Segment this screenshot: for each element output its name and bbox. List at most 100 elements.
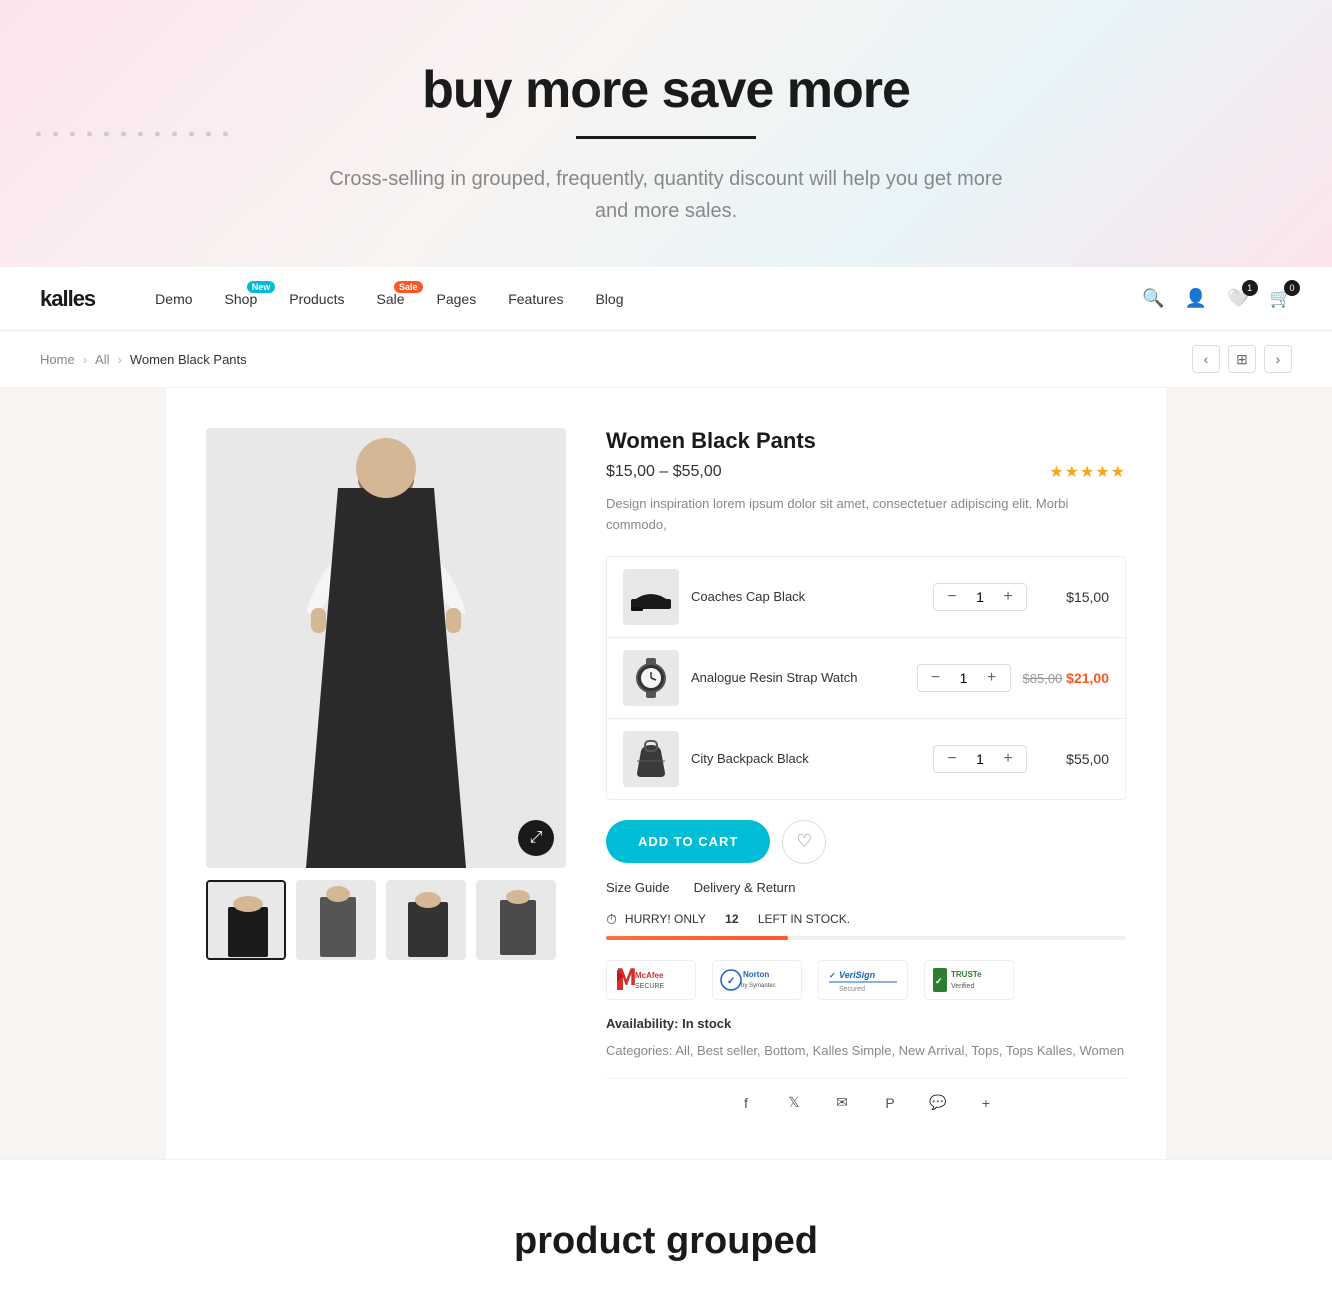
hero-divider	[576, 136, 756, 139]
item-price-watch: $85,00 $21,00	[1023, 670, 1109, 686]
nav-products[interactable]: Products	[289, 291, 344, 307]
availability: Availability: In stock	[606, 1016, 1126, 1031]
nav-features[interactable]: Features	[508, 291, 563, 307]
svg-text:McAfee: McAfee	[635, 971, 664, 980]
social-share: f 𝕏 ✉ P 💬 +	[606, 1078, 1126, 1119]
item-price-cap: $15,00	[1039, 589, 1109, 605]
mcafee-badge: McAfee SECURE	[606, 960, 696, 1000]
grid-view-btn[interactable]: ⊞	[1228, 345, 1256, 373]
breadcrumb-all[interactable]: All	[95, 352, 109, 367]
thumbnail-1[interactable]	[206, 880, 286, 960]
wishlist-button[interactable]: ♡	[782, 820, 826, 864]
hero-subtitle: Cross-selling in grouped, frequently, qu…	[316, 163, 1016, 227]
next-product-btn[interactable]: ›	[1264, 345, 1292, 373]
thumbnail-2[interactable]	[296, 880, 376, 960]
product-photo	[206, 428, 566, 868]
delivery-return-link[interactable]: Delivery & Return	[694, 880, 796, 895]
product-stars: ★★★★★	[1049, 462, 1126, 482]
categories-label: Categories:	[606, 1043, 672, 1058]
qty-control-watch: − 1 +	[917, 664, 1011, 692]
svg-text:VeriSign: VeriSign	[839, 970, 876, 980]
timer-icon: ⏱	[606, 911, 617, 928]
bottom-section: product grouped	[0, 1159, 1332, 1303]
navbar: kalles Demo Shop New Products Sale Sale …	[0, 267, 1332, 331]
item-name-cap: Coaches Cap Black	[691, 589, 921, 604]
stock-text: HURRY! ONLY	[625, 912, 706, 926]
new-badge: New	[247, 281, 276, 293]
cart-icon[interactable]: 🛒 0	[1270, 288, 1292, 309]
qty-plus-cap[interactable]: +	[998, 588, 1018, 606]
prev-product-btn[interactable]: ‹	[1192, 345, 1220, 373]
nav-demo[interactable]: Demo	[155, 291, 192, 307]
svg-text:✓: ✓	[829, 971, 836, 980]
categories: Categories: All, Best seller, Bottom, Ka…	[606, 1039, 1126, 1062]
qty-control-cap: − 1 +	[933, 583, 1027, 611]
item-thumb-cap	[623, 569, 679, 625]
woman-svg	[206, 428, 566, 868]
qty-minus-bag[interactable]: −	[942, 750, 962, 768]
stock-bar-background	[606, 936, 1126, 940]
svg-text:TRUSTe: TRUSTe	[951, 970, 982, 979]
nav-shop[interactable]: Shop New	[225, 291, 258, 307]
availability-label: Availability:	[606, 1016, 678, 1031]
product-links: Size Guide Delivery & Return	[606, 880, 1126, 895]
nav-pages[interactable]: Pages	[437, 291, 477, 307]
sale-badge: Sale	[394, 281, 423, 293]
stock-count: 12	[725, 912, 738, 926]
thumbnail-3[interactable]	[386, 880, 466, 960]
breadcrumb-current: Women Black Pants	[130, 352, 247, 367]
item-thumb-watch	[623, 650, 679, 706]
item-price-bag: $55,00	[1039, 751, 1109, 767]
expand-image-btn[interactable]: ⤢	[518, 820, 554, 856]
qty-plus-watch[interactable]: +	[982, 669, 1002, 687]
cart-count: 0	[1284, 280, 1300, 296]
wishlist-icon[interactable]: 🤍 1	[1227, 288, 1249, 309]
logo[interactable]: kalles	[40, 286, 95, 312]
size-guide-link[interactable]: Size Guide	[606, 880, 670, 895]
stock-suffix: LEFT IN STOCK.	[758, 912, 850, 926]
facebook-share-icon[interactable]: f	[730, 1087, 762, 1119]
breadcrumb-home[interactable]: Home	[40, 352, 75, 367]
thumbnail-4[interactable]	[476, 880, 556, 960]
nav-links: Demo Shop New Products Sale Sale Pages F…	[155, 291, 1142, 307]
nav-blog[interactable]: Blog	[595, 291, 623, 307]
hero-section: buy more save more Cross-selling in grou…	[0, 0, 1332, 267]
product-description: Design inspiration lorem ipsum dolor sit…	[606, 494, 1126, 536]
svg-text:SECURE: SECURE	[635, 983, 665, 990]
qty-plus-bag[interactable]: +	[998, 750, 1018, 768]
qty-value-bag: 1	[970, 751, 990, 767]
qty-value-watch: 1	[954, 670, 974, 686]
svg-text:✓: ✓	[727, 976, 735, 987]
svg-text:by Symantec: by Symantec	[741, 983, 776, 989]
email-share-icon[interactable]: ✉	[826, 1087, 858, 1119]
item-row: Coaches Cap Black − 1 + $15,00	[607, 557, 1125, 638]
svg-text:Secured: Secured	[839, 986, 865, 993]
product-images: ⤢	[206, 428, 566, 1119]
product-items-table: Coaches Cap Black − 1 + $15,00	[606, 556, 1126, 800]
product-layout: ⤢	[206, 428, 1126, 1119]
availability-value: In stock	[682, 1016, 731, 1031]
add-to-cart-button[interactable]: ADD TO CART	[606, 820, 770, 863]
wishlist-count: 1	[1242, 280, 1258, 296]
svg-text:Norton: Norton	[743, 970, 769, 979]
item-row: City Backpack Black − 1 + $55,00	[607, 719, 1125, 799]
breadcrumb-navigation: ‹ ⊞ ›	[1192, 345, 1292, 373]
twitter-share-icon[interactable]: 𝕏	[778, 1087, 810, 1119]
qty-minus-cap[interactable]: −	[942, 588, 962, 606]
pinterest-share-icon[interactable]: P	[874, 1087, 906, 1119]
qty-minus-watch[interactable]: −	[926, 669, 946, 687]
nav-sale[interactable]: Sale Sale	[376, 291, 404, 307]
action-row: ADD TO CART ♡	[606, 820, 1126, 864]
search-icon[interactable]: 🔍	[1142, 288, 1164, 309]
main-product-image: ⤢	[206, 428, 566, 868]
messenger-share-icon[interactable]: 💬	[922, 1087, 954, 1119]
item-price-new-watch: $21,00	[1066, 670, 1109, 686]
product-name: Women Black Pants	[606, 428, 1126, 454]
breadcrumb-bar: Home › All › Women Black Pants ‹ ⊞ ›	[0, 331, 1332, 388]
account-icon[interactable]: 👤	[1185, 288, 1207, 309]
more-share-icon[interactable]: +	[970, 1087, 1002, 1119]
item-price-old-watch: $85,00	[1023, 671, 1063, 686]
categories-list: All, Best seller, Bottom, Kalles Simple,…	[675, 1043, 1124, 1058]
thumbnail-row	[206, 880, 566, 960]
truste-badge: ✓ TRUSTe Verified	[924, 960, 1014, 1000]
